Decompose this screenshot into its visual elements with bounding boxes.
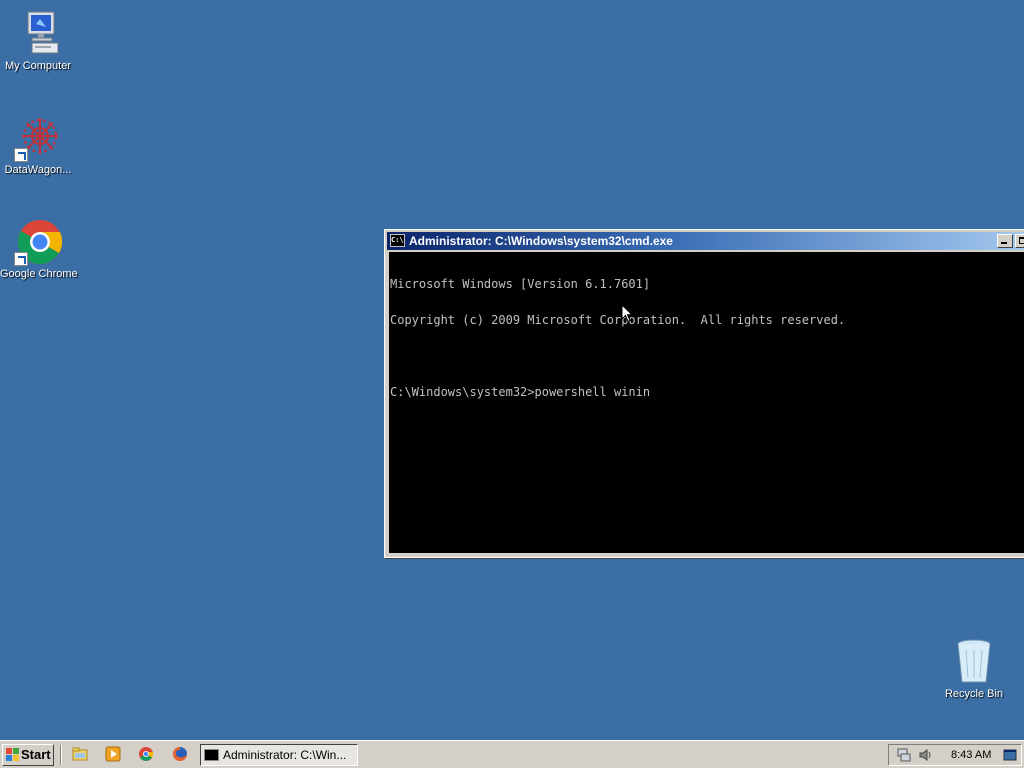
windows-flag-icon: [6, 748, 19, 761]
chrome-icon: [14, 218, 63, 266]
recycle-bin-icon: [950, 638, 998, 686]
datawagon-icon: [14, 114, 62, 162]
cmd-titlebar[interactable]: C:\ Administrator: C:\Windows\system32\c…: [387, 232, 1024, 250]
maximize-button[interactable]: [1015, 234, 1024, 248]
desktop-icon-label: Recycle Bin: [944, 688, 1004, 700]
taskbar-button-label: Administrator: C:\Win...: [223, 748, 347, 762]
cmd-window[interactable]: C:\ Administrator: C:\Windows\system32\c…: [384, 229, 1024, 558]
taskbar-separator: [60, 745, 62, 765]
desktop-icon-label: DataWagon...: [4, 164, 72, 176]
desktop-icon-recycle-bin[interactable]: Recycle Bin: [936, 638, 1012, 700]
file-explorer-icon[interactable]: [72, 746, 88, 762]
computer-icon: [14, 10, 62, 58]
desktop-icon-label: Google Chrome: [0, 268, 78, 280]
firefox-icon[interactable]: [172, 746, 188, 762]
cmd-icon: C:\: [390, 234, 405, 247]
console-output[interactable]: Microsoft Windows [Version 6.1.7601] Cop…: [389, 252, 1024, 553]
start-button[interactable]: Start: [2, 744, 54, 766]
desktop-icon-my-computer[interactable]: My Computer: [0, 10, 76, 72]
console-prompt-line: C:\Windows\system32>powershell winin: [390, 385, 651, 399]
desktop-icon-label: My Computer: [4, 60, 72, 72]
volume-icon[interactable]: [919, 748, 933, 762]
shortcut-arrow-icon: [14, 252, 28, 266]
console-line: Microsoft Windows [Version 6.1.7601]: [390, 277, 651, 291]
chrome-icon[interactable]: [138, 746, 154, 762]
show-desktop-icon[interactable]: [1003, 748, 1017, 762]
taskbar: Start Administrator: C:\Win... 8:43 AM: [0, 740, 1024, 768]
desktop-icon-google-chrome[interactable]: Google Chrome: [0, 218, 78, 280]
minimize-button[interactable]: [997, 234, 1013, 248]
console-line: Copyright (c) 2009 Microsoft Corporation…: [390, 313, 846, 327]
shortcut-arrow-icon: [14, 148, 28, 162]
media-player-icon[interactable]: [105, 746, 121, 762]
desktop-icon-datawagon[interactable]: DataWagon...: [0, 114, 76, 176]
network-icon[interactable]: [897, 748, 911, 762]
start-label: Start: [21, 747, 51, 762]
mouse-cursor-icon: [621, 304, 633, 323]
clock[interactable]: 8:43 AM: [951, 745, 991, 765]
window-title: Administrator: C:\Windows\system32\cmd.e…: [409, 234, 673, 248]
cmd-icon: [204, 749, 219, 761]
system-tray: 8:43 AM: [888, 744, 1022, 766]
taskbar-button-cmd[interactable]: Administrator: C:\Win...: [200, 744, 358, 766]
